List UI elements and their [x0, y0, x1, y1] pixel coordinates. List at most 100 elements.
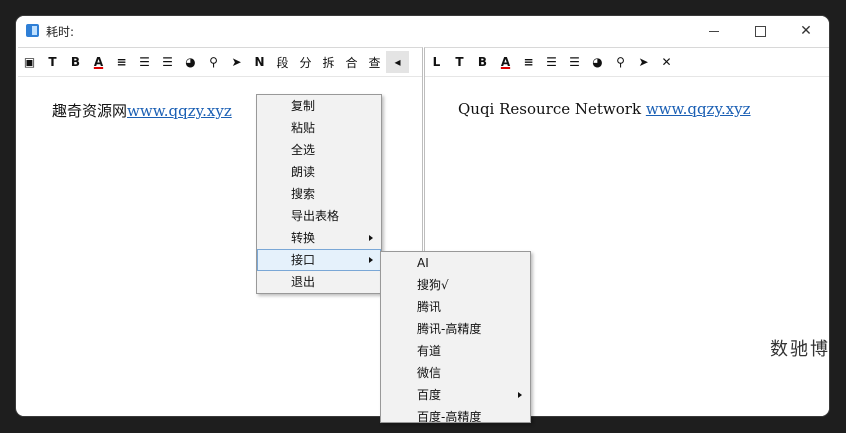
- close-window-button[interactable]: ✕: [783, 16, 829, 46]
- font-color-icon: A: [500, 55, 511, 69]
- submenu-item[interactable]: 腾讯-高精度: [381, 318, 530, 340]
- align-left-icon: ≡: [116, 55, 127, 69]
- submenu-item-label: 腾讯-高精度: [417, 322, 482, 336]
- merge-button[interactable]: 合: [340, 51, 363, 73]
- context-menu-item[interactable]: 导出表格: [257, 205, 381, 227]
- submenu-item-label: 搜狗√: [417, 278, 449, 292]
- send-button[interactable]: ➤: [225, 51, 248, 73]
- align-left-button[interactable]: ≡: [110, 51, 133, 73]
- maximize-button[interactable]: [737, 16, 783, 46]
- context-menu: 复制粘贴全选朗读搜索导出表格转换接口退出: [256, 94, 382, 294]
- font-color-button[interactable]: A: [87, 51, 110, 73]
- context-menu-item[interactable]: 搜索: [257, 183, 381, 205]
- font-color-button[interactable]: A: [494, 51, 517, 73]
- context-menu-item[interactable]: 全选: [257, 139, 381, 161]
- maximize-icon: [754, 25, 766, 37]
- result-text[interactable]: Quqi Resource Network www.qqzy.xyz: [458, 100, 751, 118]
- lookup-button[interactable]: 查: [363, 51, 386, 73]
- palette-button[interactable]: ◕: [586, 51, 609, 73]
- text-l-icon: L: [432, 55, 441, 69]
- close-button[interactable]: ✕: [655, 51, 678, 73]
- align-justify-button[interactable]: ☰: [563, 51, 586, 73]
- result-text-body: Quqi Resource Network: [458, 100, 646, 118]
- text-t-button[interactable]: T: [41, 51, 64, 73]
- align-center-button[interactable]: ☰: [540, 51, 563, 73]
- send-icon: ➤: [231, 55, 242, 69]
- minimize-button[interactable]: [691, 16, 737, 46]
- context-menu-item[interactable]: 退出: [257, 271, 381, 293]
- context-menu-item[interactable]: 转换: [257, 227, 381, 249]
- align-justify-button[interactable]: ☰: [156, 51, 179, 73]
- right-toolbar: L T B A ≡ ☰ ☰ ◕ ⚲ ➤ ✕: [425, 50, 678, 74]
- window-title: 耗时:: [46, 25, 75, 39]
- context-menu-item-label: 导出表格: [291, 209, 340, 223]
- collapse-left-button[interactable]: ◂: [386, 51, 409, 73]
- split-button[interactable]: 分: [294, 51, 317, 73]
- text-l-button[interactable]: L: [425, 51, 448, 73]
- context-menu-item[interactable]: 接口: [257, 249, 381, 271]
- context-menu-item-label: 复制: [291, 99, 316, 113]
- submenu-item-label: 百度-高精度: [417, 410, 482, 423]
- context-menu-item-label: 朗读: [291, 165, 316, 179]
- result-link[interactable]: www.qqzy.xyz: [646, 100, 751, 118]
- interface-submenu: AI 搜狗√ 腾讯腾讯-高精度有道 微信百度百度-高精度: [380, 251, 531, 423]
- context-menu-item[interactable]: 粘贴: [257, 117, 381, 139]
- palette-icon: ◕: [592, 55, 603, 69]
- context-menu-item-label: 接口: [291, 253, 316, 267]
- submenu-item-label: 百度: [417, 388, 442, 402]
- send-icon: ➤: [638, 55, 649, 69]
- chevron-right-icon: [369, 257, 373, 263]
- segment-button-label: 段: [276, 55, 289, 70]
- frame-button[interactable]: ▣: [18, 51, 41, 73]
- text-t-button[interactable]: T: [448, 51, 471, 73]
- search-button[interactable]: ⚲: [202, 51, 225, 73]
- segment-button[interactable]: 段: [271, 51, 294, 73]
- context-menu-item-label: 转换: [291, 231, 316, 245]
- source-text-body: 趣奇资源网: [52, 102, 128, 120]
- source-text[interactable]: 趣奇资源网www.qqzy.xyz: [52, 100, 232, 121]
- submenu-item-label: AI: [417, 256, 429, 270]
- watermark-text: 数驰博客: [770, 339, 829, 360]
- palette-icon: ◕: [185, 55, 196, 69]
- submenu-item[interactable]: 有道: [381, 340, 530, 362]
- context-menu-item-label: 退出: [291, 275, 316, 289]
- search-button[interactable]: ⚲: [609, 51, 632, 73]
- submenu-item[interactable]: 百度: [381, 384, 530, 406]
- bold-icon: B: [477, 55, 488, 69]
- search-icon: ⚲: [616, 55, 625, 69]
- align-center-icon: ☰: [546, 55, 557, 69]
- align-justify-icon: ☰: [162, 55, 173, 69]
- source-link[interactable]: www.qqzy.xyz: [127, 102, 232, 120]
- left-toolbar: ▣ T B A ≡ ☰ ☰ ◕ ⚲ ➤ N 段分拆合查 ◂: [18, 50, 409, 74]
- context-menu-item[interactable]: 复制: [257, 95, 381, 117]
- minimize-icon: [709, 30, 719, 32]
- bold-button[interactable]: B: [64, 51, 87, 73]
- submenu-item[interactable]: AI: [381, 252, 530, 274]
- collapse-left-icon: ◂: [394, 55, 401, 69]
- app-icon: [26, 24, 39, 37]
- submenu-item[interactable]: 百度-高精度: [381, 406, 530, 423]
- submenu-item[interactable]: 微信: [381, 362, 530, 384]
- n-button[interactable]: N: [248, 51, 271, 73]
- break-button[interactable]: 拆: [317, 51, 340, 73]
- send-button[interactable]: ➤: [632, 51, 655, 73]
- bold-button[interactable]: B: [471, 51, 494, 73]
- align-justify-icon: ☰: [569, 55, 580, 69]
- text-t-icon: T: [455, 55, 464, 69]
- submenu-item[interactable]: 腾讯: [381, 296, 530, 318]
- merge-button-label: 合: [345, 55, 358, 70]
- submenu-item[interactable]: 搜狗√: [381, 274, 530, 296]
- context-menu-item[interactable]: 朗读: [257, 161, 381, 183]
- palette-button[interactable]: ◕: [179, 51, 202, 73]
- toolbar-divider: [18, 76, 422, 77]
- lookup-button-label: 查: [368, 55, 381, 70]
- align-left-button[interactable]: ≡: [517, 51, 540, 73]
- toolbar-divider: [425, 76, 829, 77]
- chevron-right-icon: [369, 235, 373, 241]
- context-menu-item-label: 全选: [291, 143, 316, 157]
- search-icon: ⚲: [209, 55, 218, 69]
- break-button-label: 拆: [322, 55, 335, 70]
- context-menu-item-label: 搜索: [291, 187, 316, 201]
- font-color-icon: A: [93, 55, 104, 69]
- align-center-button[interactable]: ☰: [133, 51, 156, 73]
